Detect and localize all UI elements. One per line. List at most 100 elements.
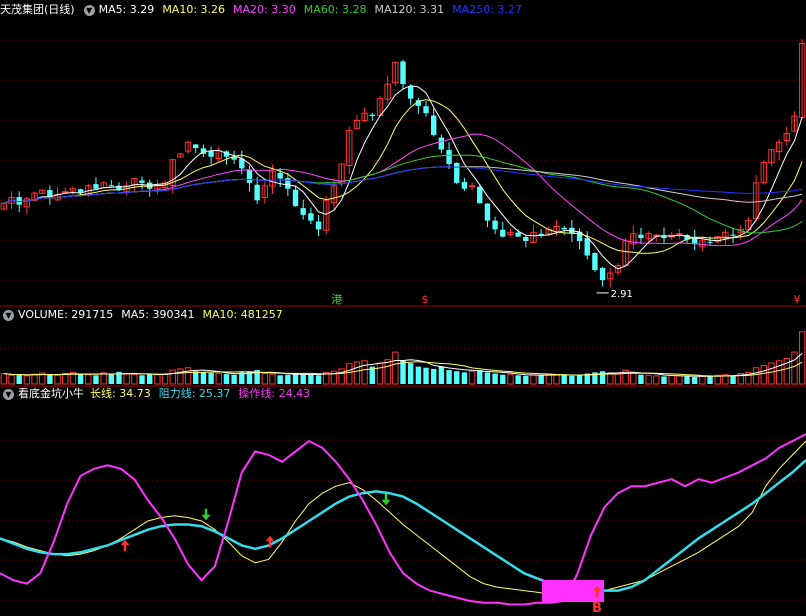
candle (208, 151, 214, 157)
volume-bar (768, 362, 775, 385)
price-indicator-5: MA250: 3.27 (452, 3, 522, 16)
candle (400, 61, 406, 85)
candle (246, 169, 253, 183)
volume-bar (23, 375, 31, 385)
candle (93, 184, 99, 189)
volume-bar (200, 372, 207, 384)
candle (676, 233, 683, 236)
ma-line-ma250 (3, 166, 803, 204)
volume-bar (239, 372, 245, 384)
indicator-line-label-0: 长线: 34.73 (90, 387, 151, 400)
dropdown-arrow-icon[interactable]: ▼ (3, 309, 14, 321)
volume-bar (653, 375, 660, 385)
volume-bar (645, 374, 652, 385)
volume-bar (484, 372, 491, 384)
candle (16, 197, 22, 205)
volume-bar (752, 367, 760, 385)
candle (500, 229, 506, 237)
volume-bar (431, 368, 437, 384)
volume-bar (676, 375, 683, 385)
volume-bar (100, 372, 107, 385)
candle (315, 221, 322, 230)
volume-bar (561, 375, 567, 384)
volume-bar (62, 373, 69, 385)
volume-bar (668, 374, 675, 385)
indicator-title: 看底金坑小牛 (18, 387, 84, 400)
volume-bar (545, 373, 553, 385)
indicator-line-label-2: 操作线: 24.43 (238, 387, 311, 400)
volume-bar (154, 374, 161, 385)
buy-arrow-icon (120, 539, 130, 552)
candle (707, 241, 713, 243)
volume-bar (193, 371, 199, 384)
volume-bar (630, 371, 637, 385)
volume-bar (131, 374, 138, 385)
volume-bar (0, 373, 8, 385)
volume-bar (477, 370, 483, 384)
volume-bar (139, 375, 145, 384)
candle (477, 186, 483, 204)
stock-title: 天茂集团(日线) (0, 3, 75, 16)
volume-bar (569, 375, 575, 384)
volume-bar (730, 375, 736, 384)
candle (523, 236, 529, 241)
indicator-panel-header: ▼ 看底金坑小牛 长线: 34.73 阻力线: 25.37 操作线: 24.43 (0, 386, 318, 402)
volume-bar (684, 376, 690, 384)
volume-bar (108, 373, 114, 384)
price-indicator-0: MA5: 3.29 (98, 3, 155, 16)
indicator-legend: 长线: 34.73 阻力线: 25.37 操作线: 24.43 (90, 386, 318, 402)
volume-bar (169, 369, 176, 385)
volume-bar (791, 351, 798, 385)
volume-bar (123, 373, 130, 385)
volume-indicator-0: VOLUME: 291715 (18, 308, 114, 321)
candle (108, 185, 114, 187)
event-marker: 港 (332, 293, 343, 306)
volume-bar (392, 351, 399, 385)
low-price-label: 2.91 (611, 289, 633, 300)
volume-bar (798, 331, 806, 385)
volume-bar (54, 374, 61, 385)
sell-arrow-icon (201, 508, 211, 521)
volume-bar (338, 368, 345, 385)
volume-bar (315, 375, 322, 384)
indicator-line-0 (0, 440, 806, 595)
volume-bar (576, 374, 583, 384)
candle (461, 182, 468, 189)
volume-bar (285, 374, 291, 384)
volume-bar (346, 363, 353, 385)
volume-bar (85, 374, 92, 385)
volume-bar (492, 373, 498, 384)
volume-bar (31, 373, 38, 385)
price-indicator-legend: MA5: 3.29 MA10: 3.26 MA20: 3.30 MA60: 3.28 M… (99, 2, 530, 18)
volume-bar (77, 374, 84, 384)
buy-signal-label: B (592, 601, 602, 616)
candle (561, 227, 567, 230)
volume-indicator-1: MA5: 390341 (121, 308, 195, 321)
price-indicator-3: MA60: 3.28 (303, 3, 367, 16)
volume-bar (461, 372, 468, 384)
candle (599, 267, 606, 281)
volume-indicator-2: MA10: 481257 (202, 308, 283, 321)
volume-panel-header: ▼ VOLUME: 291715 MA5: 390341 MA10: 481257 (0, 307, 291, 323)
volume-bar (699, 375, 706, 385)
volume-bar (161, 373, 169, 385)
candle (484, 203, 491, 221)
volume-bar (223, 374, 230, 384)
candle (446, 149, 452, 164)
candle (515, 232, 521, 237)
volume-bar (47, 374, 53, 384)
dropdown-arrow-icon[interactable]: ▼ (83, 4, 95, 16)
candle (277, 172, 283, 179)
indicator-line-label-1: 阻力线: 25.37 (158, 387, 231, 400)
candle (468, 185, 476, 188)
volume-indicator-legend: VOLUME: 291715 MA5: 390341 MA10: 481257 (18, 307, 291, 323)
candle (730, 234, 736, 236)
price-indicator-4: MA120: 3.31 (374, 3, 445, 16)
candle (638, 234, 644, 239)
volume-bar (292, 373, 299, 384)
volume-bar (16, 374, 22, 384)
candle (193, 144, 199, 149)
volume-bar (707, 375, 713, 384)
volume-bar (692, 377, 698, 384)
dropdown-arrow-icon[interactable]: ▼ (3, 388, 14, 400)
